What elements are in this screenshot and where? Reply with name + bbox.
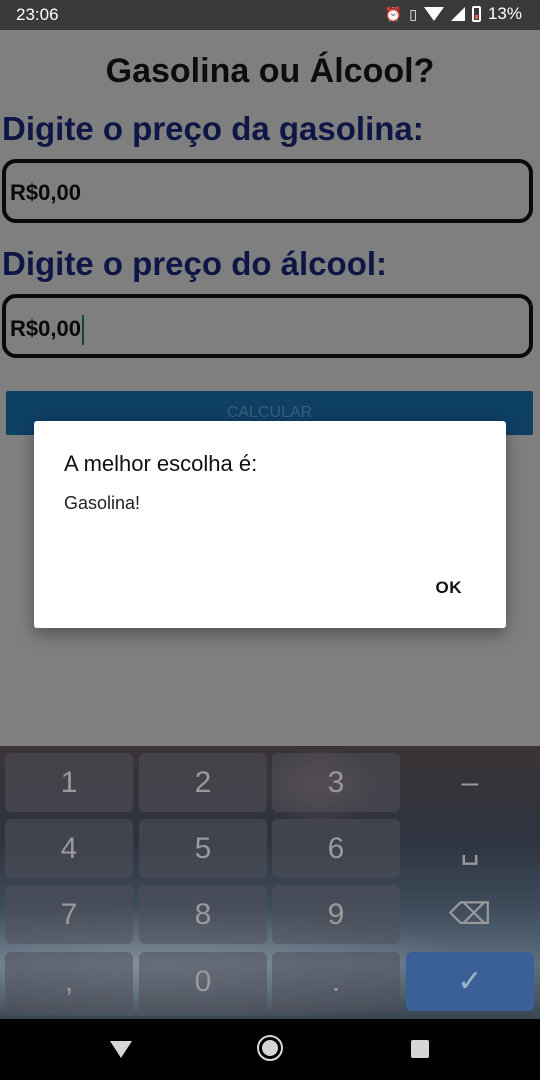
result-dialog: A melhor escolha é: Gasolina! OK (34, 421, 506, 628)
gas-price-label: Digite o preço da gasolina: (2, 110, 424, 147)
key-6[interactable]: 6 (272, 819, 400, 878)
dialog-message: Gasolina! (64, 493, 141, 513)
status-bar: 23:06 ⏰ ▯ 13% (0, 0, 540, 30)
dialog-ok-button[interactable]: OK (436, 578, 463, 598)
key-3[interactable]: 3 (272, 753, 400, 812)
key-period[interactable]: . (272, 952, 400, 1011)
home-icon[interactable] (257, 1035, 283, 1061)
alcohol-price-value: R$0,00 (10, 315, 84, 345)
alcohol-price-label: Digite o preço do álcool: (2, 245, 388, 282)
dialog-title: A melhor escolha é: (64, 451, 258, 476)
gas-price-input[interactable]: R$0,00 (2, 159, 533, 223)
check-icon[interactable]: ✓ (406, 952, 534, 1011)
key-5[interactable]: 5 (139, 819, 267, 878)
recent-apps-icon[interactable] (411, 1040, 429, 1058)
key-1[interactable]: 1 (5, 753, 133, 812)
status-time: 23:06 (16, 5, 59, 24)
backspace-icon[interactable]: ⌫ (406, 885, 534, 944)
space-key-icon[interactable]: ␣ (406, 819, 534, 878)
status-icons: ⏰ ▯ 13% (385, 4, 522, 24)
battery-icon (471, 6, 481, 22)
key-4[interactable]: 4 (5, 819, 133, 878)
key-0[interactable]: 0 (139, 952, 267, 1011)
signal-icon (450, 7, 465, 21)
key-2[interactable]: 2 (139, 753, 267, 812)
navigation-bar (0, 1019, 540, 1080)
battery-percent: 13% (487, 4, 522, 23)
key-9[interactable]: 9 (272, 885, 400, 944)
text-cursor (81, 315, 84, 345)
key-7[interactable]: 7 (5, 885, 133, 944)
numeric-keyboard: 1 2 3 – 4 5 6 ␣ 7 8 9 ⌫ , 0 . ✓ (0, 746, 540, 1019)
key-comma[interactable]: , (5, 952, 133, 1011)
alarm-icon: ⏰ (384, 6, 403, 22)
vibrate-icon: ▯ (409, 6, 417, 22)
wifi-icon (423, 7, 444, 21)
back-icon[interactable] (110, 1041, 132, 1058)
alcohol-price-input[interactable]: R$0,00 (2, 294, 533, 358)
key-minus[interactable]: – (406, 753, 534, 812)
app-screen: Gasolina ou Álcool? Digite o preço da ga… (0, 30, 540, 746)
key-8[interactable]: 8 (139, 885, 267, 944)
alcohol-price-text: R$0,00 (10, 315, 81, 341)
page-title: Gasolina ou Álcool? (105, 52, 435, 90)
gas-price-value: R$0,00 (10, 180, 81, 205)
